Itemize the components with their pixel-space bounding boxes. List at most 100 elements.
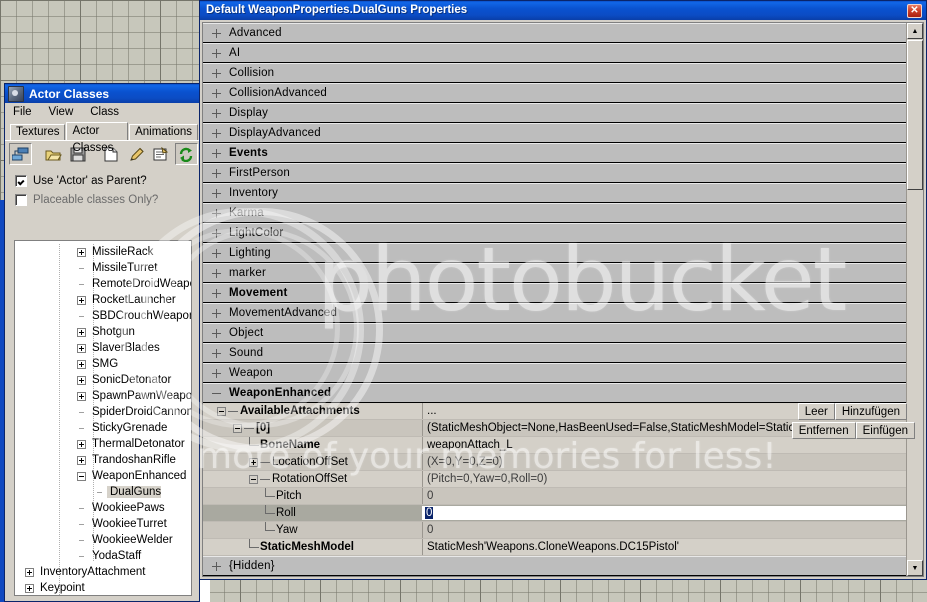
property-value-cell[interactable]: weaponAttach_L [422, 437, 906, 453]
collapse-icon[interactable] [233, 423, 242, 433]
property-value-cell[interactable]: StaticMesh'Weapons.CloneWeapons.DC15Pist… [422, 539, 906, 555]
property-category-row[interactable]: Collision [203, 63, 923, 83]
expand-icon[interactable] [212, 348, 221, 358]
property-category-row[interactable]: Sound [203, 343, 923, 363]
tree-item[interactable]: Keypoint [15, 580, 191, 595]
property-value-input[interactable]: 0 [422, 506, 906, 520]
property-category-row[interactable]: marker [203, 263, 923, 283]
property-category-row[interactable]: MovementAdvanced [203, 303, 923, 323]
expand-icon[interactable] [212, 68, 221, 78]
tree-item[interactable]: InventoryAttachment [15, 564, 191, 580]
expand-icon[interactable] [212, 561, 221, 571]
expand-icon[interactable] [77, 439, 86, 449]
tree-item[interactable]: SpawnPawnWeapon [15, 388, 191, 404]
collapse-icon[interactable] [249, 474, 258, 484]
property-category-list[interactable]: Advanced AI Collision CollisionAdvanced Disp… [203, 23, 923, 576]
property-value-cell[interactable]: (Pitch=0,Yaw=0,Roll=0) [422, 471, 906, 487]
property-row[interactable]: BoneName weaponAttach_L [203, 437, 923, 454]
property-row[interactable]: Pitch 0 [203, 488, 923, 505]
property-category-row[interactable]: Advanced [203, 23, 923, 43]
property-row[interactable]: StaticMeshModel StaticMesh'Weapons.CloneW… [203, 539, 923, 556]
collapse-icon[interactable] [217, 406, 226, 416]
array-button[interactable]: Leer [797, 403, 835, 420]
tree-item[interactable]: TrandoshanRifle [15, 452, 191, 468]
expand-icon[interactable] [212, 248, 221, 258]
menu-item-view[interactable]: View [47, 105, 76, 119]
expand-icon[interactable] [212, 308, 221, 318]
expand-icon[interactable] [212, 88, 221, 98]
tree-item[interactable]: StickyGrenade [15, 420, 191, 436]
checkbox-use-actor-as-parent[interactable] [15, 174, 27, 187]
expand-icon[interactable] [212, 48, 221, 58]
expand-icon[interactable] [212, 28, 221, 38]
tree-item[interactable]: SpiderDroidCannon [15, 404, 191, 420]
property-category-row[interactable]: LightColor [203, 223, 923, 243]
expand-icon[interactable] [77, 375, 86, 385]
properties-icon[interactable] [150, 143, 173, 165]
expand-icon[interactable] [212, 268, 221, 278]
actor-classes-tabstrip[interactable]: Textures Actor Classes Animations [5, 121, 199, 154]
actor-classes-titlebar[interactable]: Actor Classes [5, 84, 199, 103]
tree-item[interactable]: SlaverBlades [15, 340, 191, 356]
expand-icon[interactable] [77, 327, 86, 337]
property-category-row[interactable]: Events [203, 143, 923, 163]
scroll-up-icon[interactable]: ▲ [907, 23, 923, 39]
expand-icon[interactable] [77, 455, 86, 465]
tree-item[interactable]: SBDCrouchWeapon [15, 308, 191, 324]
array-button[interactable]: Einfügen [855, 422, 915, 439]
property-category-row[interactable]: Display [203, 103, 923, 123]
array-button[interactable]: Entfernen [791, 422, 856, 439]
tree-item[interactable]: WookieeTurret [15, 516, 191, 532]
tab-actor-classes[interactable]: Actor Classes [66, 122, 129, 154]
tree-item[interactable]: SonicDetonator [15, 372, 191, 388]
scrollbar-thumb[interactable] [907, 40, 923, 190]
actor-classes-menubar[interactable]: File View Class [5, 103, 199, 121]
property-category-row[interactable]: Weapon [203, 363, 923, 383]
expand-icon[interactable] [212, 148, 221, 158]
tree-item[interactable]: Shotgun [15, 324, 191, 340]
tree-item[interactable]: MissileTurret [15, 260, 191, 276]
property-value-cell[interactable]: 0 [422, 522, 906, 538]
property-category-row[interactable]: CollisionAdvanced [203, 83, 923, 103]
tab-animations[interactable]: Animations [129, 124, 198, 140]
expand-icon[interactable] [212, 328, 221, 338]
property-row[interactable]: Yaw 0 [203, 522, 923, 539]
checkbox-placeable-classes-only[interactable] [15, 193, 27, 206]
tree-item[interactable]: YodaStaff [15, 548, 191, 564]
menu-item-class[interactable]: Class [88, 105, 121, 119]
tree-item[interactable]: WookieePaws [15, 500, 191, 516]
expand-icon[interactable] [212, 168, 221, 178]
checkbox-row[interactable]: Use 'Actor' as Parent? [15, 171, 199, 190]
property-category-row[interactable]: Object [203, 323, 923, 343]
property-row[interactable]: Roll 0 [203, 505, 923, 522]
expand-icon[interactable] [77, 295, 86, 305]
collapse-icon[interactable] [77, 471, 86, 481]
expand-icon[interactable] [212, 128, 221, 138]
scroll-down-icon[interactable]: ▼ [907, 560, 923, 576]
hierarchy-icon[interactable] [9, 143, 32, 165]
array-button[interactable]: Hinzufügen [834, 403, 907, 420]
expand-icon[interactable] [212, 108, 221, 118]
tree-item[interactable]: RemoteDroidWeapon [15, 276, 191, 292]
expand-icon[interactable] [212, 188, 221, 198]
close-icon[interactable]: ✕ [907, 3, 922, 18]
expand-icon[interactable] [249, 457, 258, 467]
refresh-icon[interactable] [175, 143, 198, 165]
actor-class-tree[interactable]: MissileRack MissileTurret RemoteDroidWeapo… [14, 240, 192, 596]
tree-item[interactable]: WookieeWelder [15, 532, 191, 548]
property-category-row[interactable]: Karma [203, 203, 923, 223]
property-category-row[interactable]: AI [203, 43, 923, 63]
property-category-row[interactable]: WeaponEnhanced [203, 383, 923, 403]
property-category-row[interactable]: FirstPerson [203, 163, 923, 183]
property-value-cell[interactable]: 0 [422, 488, 906, 504]
expand-icon[interactable] [25, 567, 34, 577]
expand-icon[interactable] [77, 359, 86, 369]
collapse-icon[interactable] [212, 389, 221, 398]
expand-icon[interactable] [77, 247, 86, 257]
expand-icon[interactable] [212, 228, 221, 238]
tree-item[interactable]: SMG [15, 356, 191, 372]
tree-item[interactable]: RocketLauncher [15, 292, 191, 308]
expand-icon[interactable] [212, 208, 221, 218]
open-folder-icon[interactable] [42, 143, 65, 165]
properties-scrollbar[interactable]: ▲ ▼ [906, 23, 923, 576]
